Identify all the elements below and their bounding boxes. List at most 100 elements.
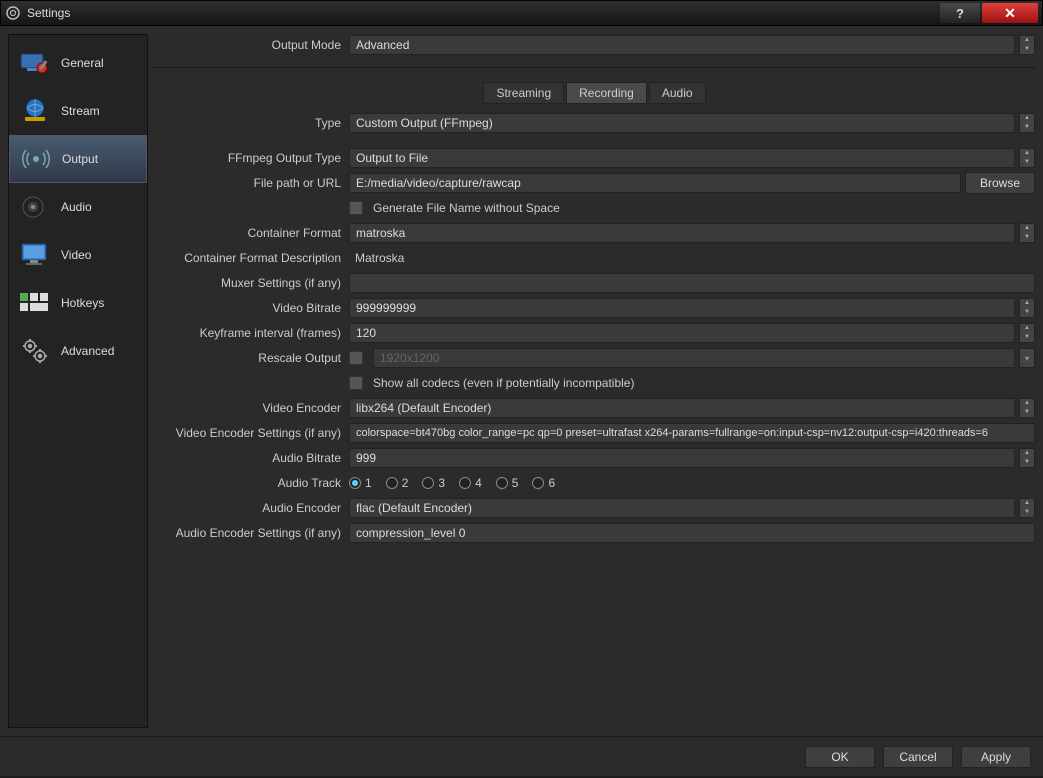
sidebar-item-label: Audio — [61, 200, 92, 214]
close-button[interactable]: ✕ — [982, 3, 1038, 23]
rescale-output-dropdown[interactable]: ▾ — [1019, 348, 1035, 368]
file-path-input[interactable]: E:/media/video/capture/rawcap — [349, 173, 961, 193]
keyframe-interval-input[interactable]: 120 — [349, 323, 1015, 343]
video-bitrate-input[interactable]: 999999999 — [349, 298, 1015, 318]
output-mode-stepper[interactable]: ▲▼ — [1019, 35, 1035, 55]
type-label: Type — [154, 116, 349, 130]
type-value: Custom Output (FFmpeg) — [356, 116, 493, 130]
audio-encoder-label: Audio Encoder — [154, 501, 349, 515]
help-button[interactable]: ? — [940, 3, 980, 23]
titlebar: Settings ? ✕ — [0, 0, 1043, 26]
separator — [154, 67, 1035, 68]
audio-enc-settings-value: compression_level 0 — [356, 526, 465, 540]
video-bitrate-stepper[interactable]: ▲▼ — [1019, 298, 1035, 318]
audio-track-option-label: 6 — [548, 476, 555, 490]
audio-encoder-value: flac (Default Encoder) — [356, 501, 472, 515]
video-encoder-select[interactable]: libx264 (Default Encoder) — [349, 398, 1015, 418]
keyframe-interval-stepper[interactable]: ▲▼ — [1019, 323, 1035, 343]
rescale-output-checkbox[interactable] — [349, 351, 363, 365]
audio-bitrate-stepper[interactable]: ▲▼ — [1019, 448, 1035, 468]
video-enc-settings-label: Video Encoder Settings (if any) — [154, 426, 349, 440]
apply-button[interactable]: Apply — [961, 746, 1031, 768]
container-format-label: Container Format — [154, 226, 349, 240]
rescale-output-select: 1920x1200 — [373, 348, 1015, 368]
audio-track-option-label: 2 — [402, 476, 409, 490]
output-mode-select[interactable]: Advanced — [349, 35, 1015, 55]
video-bitrate-value: 999999999 — [356, 301, 416, 315]
globe-icon — [19, 96, 51, 126]
sidebar-item-stream[interactable]: Stream — [9, 87, 147, 135]
app-icon — [5, 5, 21, 21]
broadcast-icon — [20, 144, 52, 174]
tab-streaming[interactable]: Streaming — [483, 82, 564, 104]
sidebar: General Stream Output Audio Video Hotkey… — [8, 34, 148, 728]
gen-no-space-checkbox[interactable] — [349, 201, 363, 215]
file-path-value: E:/media/video/capture/rawcap — [356, 176, 521, 190]
video-encoder-label: Video Encoder — [154, 401, 349, 415]
sidebar-item-label: General — [61, 56, 104, 70]
gears-icon — [19, 336, 51, 366]
audio-bitrate-label: Audio Bitrate — [154, 451, 349, 465]
ok-button[interactable]: OK — [805, 746, 875, 768]
sidebar-item-label: Advanced — [61, 344, 114, 358]
ffmpeg-output-type-label: FFmpeg Output Type — [154, 151, 349, 165]
dialog-footer: OK Cancel Apply — [0, 736, 1043, 776]
video-bitrate-label: Video Bitrate — [154, 301, 349, 315]
ffmpeg-output-type-select[interactable]: Output to File — [349, 148, 1015, 168]
window-title: Settings — [27, 6, 938, 20]
tab-recording[interactable]: Recording — [566, 82, 647, 104]
cancel-button[interactable]: Cancel — [883, 746, 953, 768]
video-enc-settings-value: colorspace=bt470bg color_range=pc qp=0 p… — [356, 427, 988, 439]
keyframe-interval-label: Keyframe interval (frames) — [154, 326, 349, 340]
muxer-settings-label: Muxer Settings (if any) — [154, 276, 349, 290]
audio-track-radio-1[interactable] — [349, 477, 361, 489]
type-stepper[interactable]: ▲▼ — [1019, 113, 1035, 133]
rescale-output-label: Rescale Output — [154, 351, 349, 365]
ffmpeg-output-type-stepper[interactable]: ▲▼ — [1019, 148, 1035, 168]
type-select[interactable]: Custom Output (FFmpeg) — [349, 113, 1015, 133]
sidebar-item-label: Hotkeys — [61, 296, 104, 310]
speaker-icon — [19, 192, 51, 222]
audio-track-radio-3[interactable] — [422, 477, 434, 489]
rescale-output-placeholder: 1920x1200 — [380, 351, 439, 365]
audio-track-radio-5[interactable] — [496, 477, 508, 489]
keyboard-icon — [19, 288, 51, 318]
audio-bitrate-value: 999 — [356, 451, 376, 465]
audio-track-option-label: 5 — [512, 476, 519, 490]
show-all-codecs-checkbox[interactable] — [349, 376, 363, 390]
container-format-select[interactable]: matroska — [349, 223, 1015, 243]
video-encoder-value: libx264 (Default Encoder) — [356, 401, 491, 415]
monitor-icon — [19, 240, 51, 270]
ffmpeg-output-type-value: Output to File — [356, 151, 428, 165]
audio-track-radio-2[interactable] — [386, 477, 398, 489]
audio-encoder-stepper[interactable]: ▲▼ — [1019, 498, 1035, 518]
audio-encoder-select[interactable]: flac (Default Encoder) — [349, 498, 1015, 518]
container-format-stepper[interactable]: ▲▼ — [1019, 223, 1035, 243]
sidebar-item-general[interactable]: General — [9, 39, 147, 87]
sidebar-item-audio[interactable]: Audio — [9, 183, 147, 231]
container-desc-value: Matroska — [349, 251, 404, 265]
wrench-monitor-icon — [19, 48, 51, 78]
output-mode-value: Advanced — [356, 38, 409, 52]
sidebar-item-advanced[interactable]: Advanced — [9, 327, 147, 375]
muxer-settings-input[interactable] — [349, 273, 1035, 293]
main-panel: Output Mode Advanced ▲▼ Streaming Record… — [154, 34, 1035, 728]
video-encoder-stepper[interactable]: ▲▼ — [1019, 398, 1035, 418]
audio-track-radio-4[interactable] — [459, 477, 471, 489]
video-enc-settings-input[interactable]: colorspace=bt470bg color_range=pc qp=0 p… — [349, 423, 1035, 443]
sidebar-item-label: Output — [62, 152, 98, 166]
audio-enc-settings-input[interactable]: compression_level 0 — [349, 523, 1035, 543]
sidebar-item-output[interactable]: Output — [9, 135, 147, 183]
container-format-value: matroska — [356, 226, 405, 240]
gen-no-space-label: Generate File Name without Space — [373, 201, 560, 215]
sidebar-item-video[interactable]: Video — [9, 231, 147, 279]
keyframe-interval-value: 120 — [356, 326, 376, 340]
sidebar-item-hotkeys[interactable]: Hotkeys — [9, 279, 147, 327]
browse-button[interactable]: Browse — [965, 172, 1035, 194]
audio-track-radio-6[interactable] — [532, 477, 544, 489]
tab-audio[interactable]: Audio — [649, 82, 706, 104]
audio-track-option-label: 1 — [365, 476, 372, 490]
audio-bitrate-input[interactable]: 999 — [349, 448, 1015, 468]
sidebar-item-label: Stream — [61, 104, 100, 118]
file-path-label: File path or URL — [154, 176, 349, 190]
